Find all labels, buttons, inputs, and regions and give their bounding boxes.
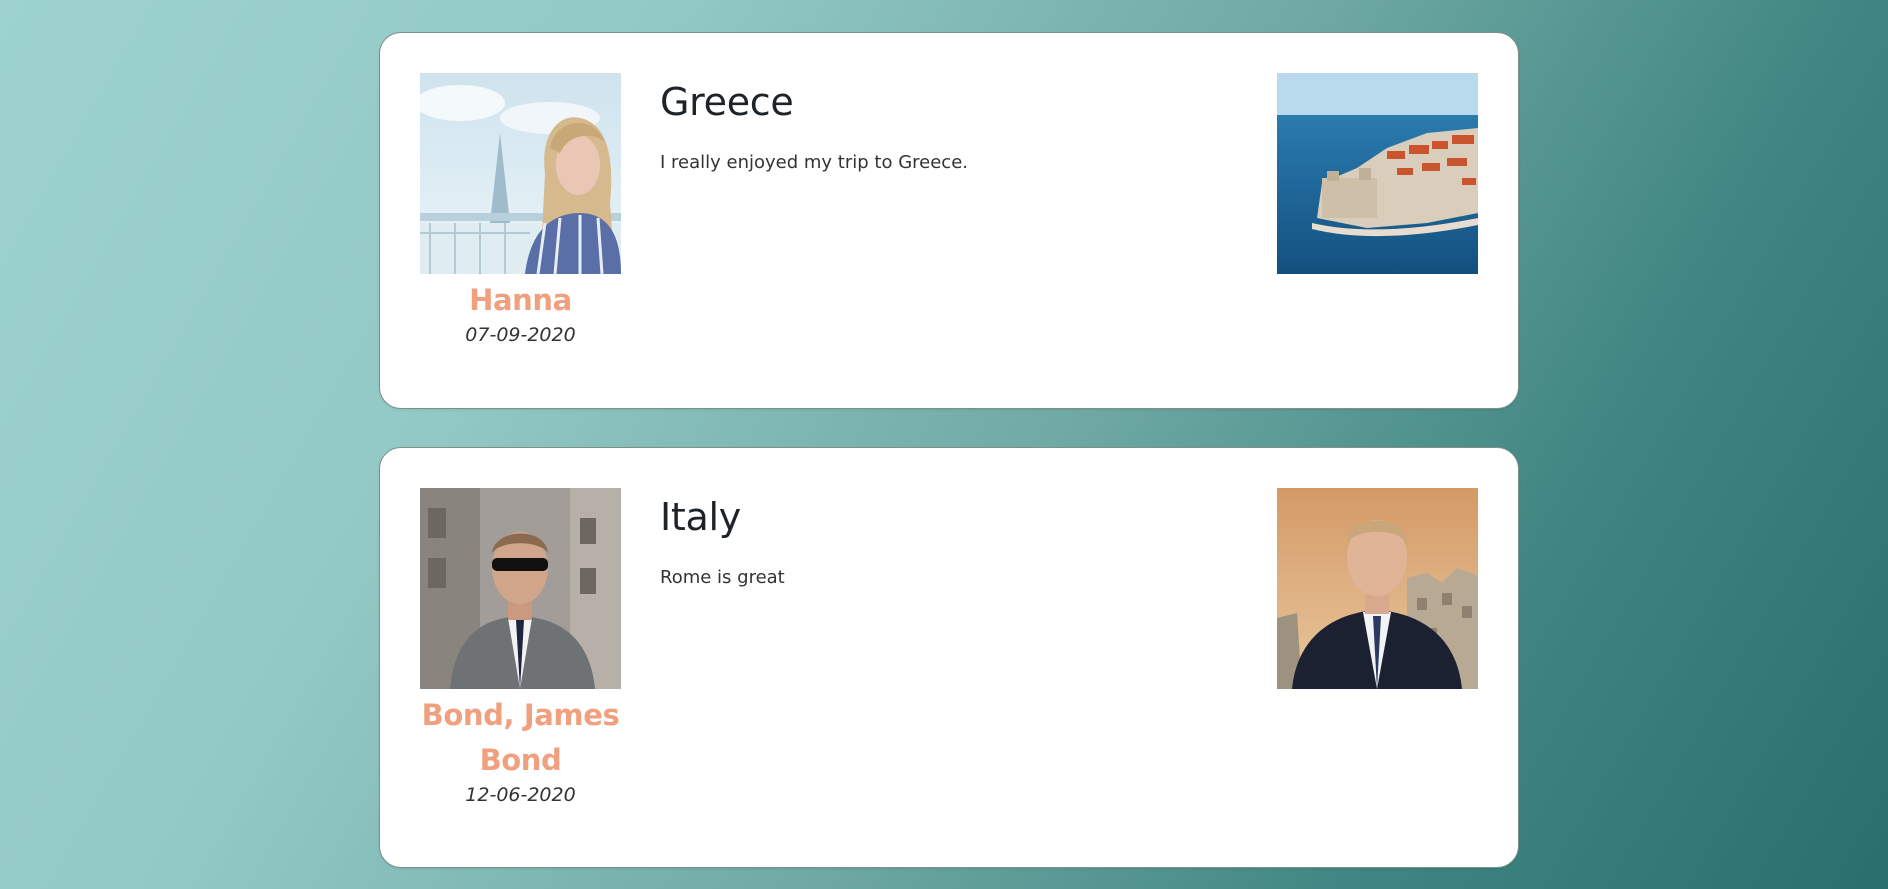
post-author: Bond, James Bond 12-06-2020 bbox=[420, 488, 621, 809]
post-date: 12-06-2020 bbox=[465, 784, 576, 806]
post-feed: Hanna 07-09-2020 Greece I really enjoyed… bbox=[0, 0, 1888, 889]
avatar-photo-icon bbox=[420, 73, 621, 274]
post-body: Rome is great bbox=[660, 567, 785, 588]
author-name[interactable]: Hanna bbox=[420, 278, 621, 323]
author-name[interactable]: Bond, James Bond bbox=[420, 693, 621, 783]
man-in-suit-cityscape-photo-icon bbox=[1277, 488, 1478, 689]
coastal-fortress-photo-icon bbox=[1277, 73, 1478, 274]
avatar-photo-icon bbox=[420, 488, 621, 689]
post-image[interactable] bbox=[1277, 488, 1478, 689]
post-date: 07-09-2020 bbox=[465, 324, 576, 346]
post-card: Hanna 07-09-2020 Greece I really enjoyed… bbox=[379, 32, 1519, 409]
post-title: Italy bbox=[660, 495, 741, 539]
post-card: Bond, James Bond 12-06-2020 Italy Rome i… bbox=[379, 447, 1519, 868]
author-avatar[interactable] bbox=[420, 73, 621, 274]
author-avatar[interactable] bbox=[420, 488, 621, 689]
post-content: Greece I really enjoyed my trip to Greec… bbox=[660, 73, 1220, 177]
post-content: Italy Rome is great bbox=[660, 488, 1220, 592]
post-image[interactable] bbox=[1277, 73, 1478, 274]
post-title: Greece bbox=[660, 80, 794, 124]
post-body: I really enjoyed my trip to Greece. bbox=[660, 152, 968, 173]
author-name-line: Bond bbox=[479, 743, 562, 777]
author-name-line: Bond, James bbox=[421, 698, 620, 732]
post-author: Hanna 07-09-2020 bbox=[420, 73, 621, 349]
